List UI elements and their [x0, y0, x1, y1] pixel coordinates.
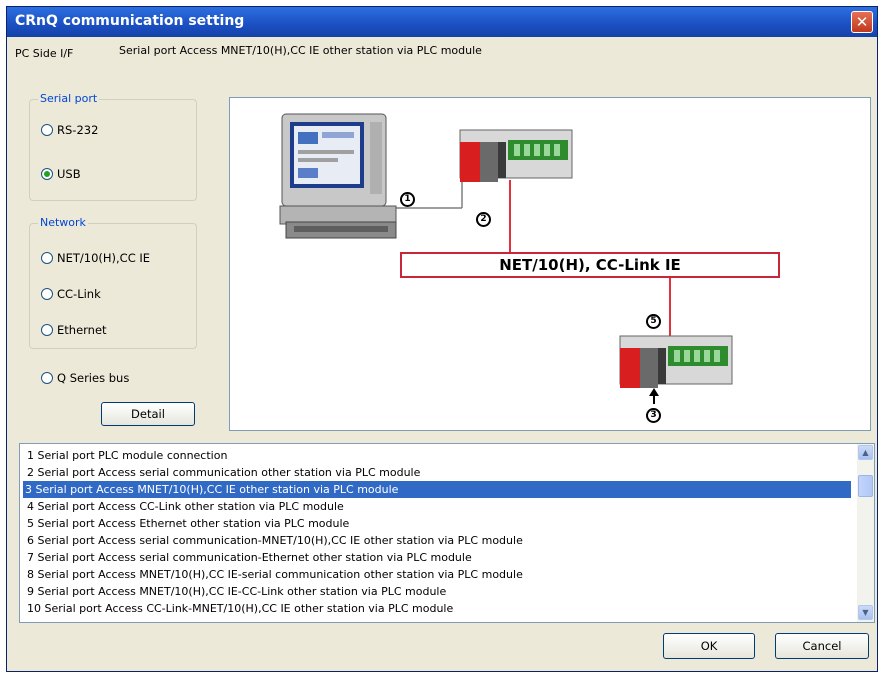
radio-cclink-label: CC-Link [57, 287, 101, 301]
radio-rs232-label: RS-232 [57, 123, 99, 137]
radio-q-series-bus[interactable]: Q Series bus [41, 371, 129, 385]
scroll-down-button[interactable]: ▼ [858, 605, 873, 620]
radio-button[interactable] [41, 372, 53, 384]
list-item[interactable]: 5 Serial port Access Ethernet other stat… [25, 515, 349, 532]
radio-rs232[interactable]: RS-232 [41, 123, 98, 137]
pc-side-label: PC Side I/F [15, 47, 74, 60]
route-description: Serial port Access MNET/10(H),CC IE othe… [119, 44, 482, 57]
network-group-title: Network [38, 216, 88, 229]
connection-diagram: NET/10(H), CC-Link IE 1 2 5 3 [229, 97, 871, 431]
marker-5: 5 [646, 314, 661, 329]
list-item[interactable]: 6 Serial port Access serial communicatio… [25, 532, 523, 549]
list-item[interactable]: 7 Serial port Access serial communicatio… [25, 549, 472, 566]
radio-ethernet[interactable]: Ethernet [41, 323, 107, 337]
window-title: CRnQ communication setting [15, 13, 245, 29]
serial-port-group-title: Serial port [38, 92, 100, 105]
close-button[interactable]: ✕ [851, 11, 873, 33]
radio-button[interactable] [41, 288, 53, 300]
ok-button[interactable]: OK [663, 633, 755, 659]
route-list[interactable]: 1 Serial port PLC module connection 2 Se… [19, 443, 875, 623]
dialog-window: CRnQ communication setting ✕ PC Side I/F… [6, 6, 878, 672]
scroll-up-button[interactable]: ▲ [858, 445, 873, 460]
network-label-box: NET/10(H), CC-Link IE [400, 252, 780, 278]
arrow-up-icon [649, 388, 659, 404]
serial-port-group: Serial port [29, 92, 197, 201]
radio-button[interactable] [41, 252, 53, 264]
radio-net10-label: NET/10(H),CC IE [57, 251, 151, 265]
list-item-selected[interactable]: 3 Serial port Access MNET/10(H),CC IE ot… [23, 481, 851, 498]
marker-1: 1 [400, 192, 415, 207]
radio-button-checked[interactable] [41, 168, 53, 180]
radio-ethernet-label: Ethernet [57, 323, 107, 337]
list-item[interactable]: 8 Serial port Access MNET/10(H),CC IE-se… [25, 566, 523, 583]
personal-computer-icon [279, 113, 397, 239]
radio-net10[interactable]: NET/10(H),CC IE [41, 251, 150, 265]
marker-2: 2 [476, 212, 491, 227]
radio-cclink[interactable]: CC-Link [41, 287, 101, 301]
scroll-down-icon: ▼ [862, 608, 869, 617]
radio-button[interactable] [41, 324, 53, 336]
radio-q-series-bus-label: Q Series bus [57, 371, 130, 385]
list-item[interactable]: 9 Serial port Access MNET/10(H),CC IE-CC… [25, 583, 446, 600]
cancel-button[interactable]: Cancel [775, 633, 869, 659]
title-bar[interactable]: CRnQ communication setting ✕ [7, 7, 877, 37]
scroll-up-icon: ▲ [862, 448, 869, 457]
list-item[interactable]: 1 Serial port PLC module connection [25, 447, 227, 464]
radio-usb-label: USB [57, 167, 81, 181]
scroll-thumb[interactable] [858, 475, 873, 497]
list-item[interactable]: 10 Serial port Access CC-Link-MNET/10(H)… [25, 600, 453, 617]
list-item[interactable]: 2 Serial port Access serial communicatio… [25, 464, 420, 481]
radio-usb[interactable]: USB [41, 167, 81, 181]
close-icon: ✕ [855, 13, 869, 31]
plc-module-icon [619, 335, 733, 388]
list-scrollbar[interactable]: ▲ ▼ [857, 444, 874, 622]
radio-button[interactable] [41, 124, 53, 136]
detail-button[interactable]: Detail [101, 402, 195, 426]
plc-module-icon [459, 129, 573, 182]
marker-3: 3 [646, 408, 661, 423]
list-item[interactable]: 4 Serial port Access CC-Link other stati… [25, 498, 344, 515]
